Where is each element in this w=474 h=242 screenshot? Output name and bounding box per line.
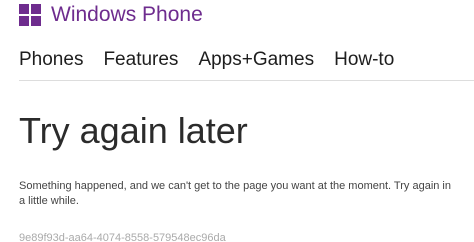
nav-item-apps-games[interactable]: Apps+Games: [198, 48, 314, 72]
logo-pane-top-left: [19, 4, 29, 14]
brand-logo-link[interactable]: Windows Phone: [19, 3, 203, 27]
logo-pane-bottom-right: [31, 16, 41, 26]
brand-name: Windows Phone: [51, 3, 203, 26]
main-nav: Phones Features Apps+Games How-to: [19, 48, 414, 72]
windows-logo-icon: [19, 4, 41, 26]
nav-item-how-to[interactable]: How-to: [334, 48, 394, 72]
error-id: 9e89f93d-aa64-4074-8558-579548ec96da: [19, 232, 226, 242]
nav-item-phones[interactable]: Phones: [19, 48, 83, 72]
page: Windows Phone Phones Features Apps+Games…: [0, 0, 474, 242]
nav-divider: [19, 80, 474, 81]
logo-pane-bottom-left: [19, 16, 29, 26]
page-title: Try again later: [19, 110, 248, 151]
error-message: Something happened, and we can't get to …: [19, 180, 451, 207]
logo-pane-top-right: [31, 4, 41, 14]
nav-item-features[interactable]: Features: [103, 48, 178, 72]
